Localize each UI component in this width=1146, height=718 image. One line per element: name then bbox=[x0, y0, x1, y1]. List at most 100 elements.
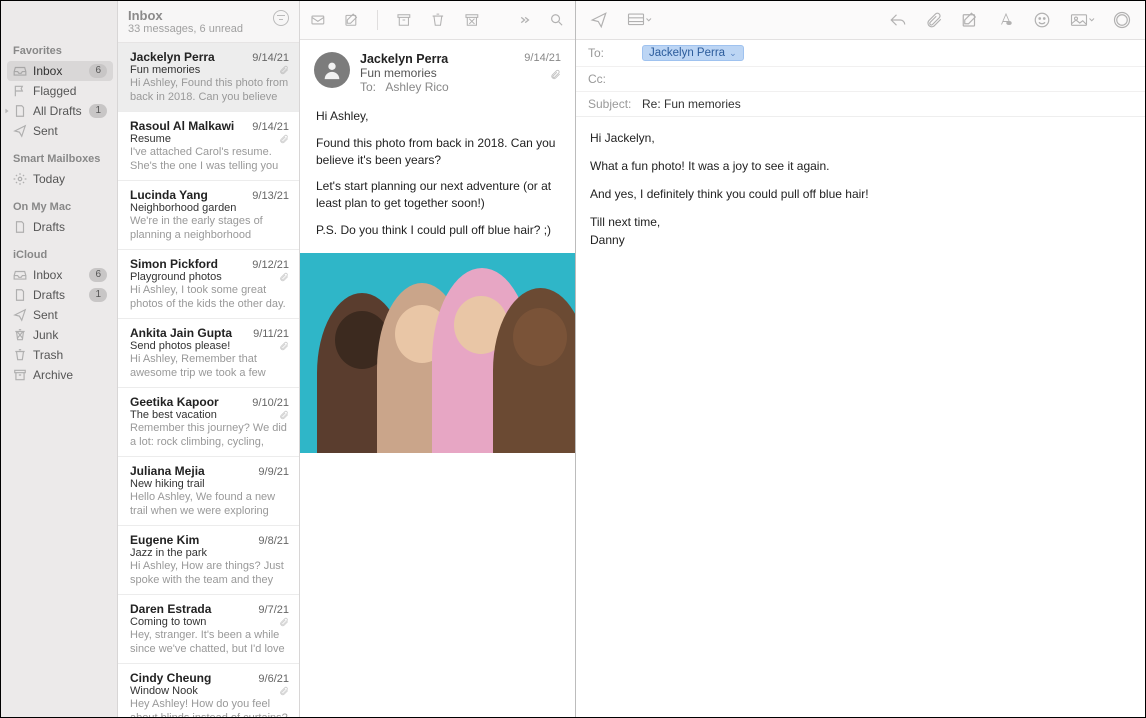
compose-field-to[interactable]: To: Jackelyn Perra ⌄ bbox=[576, 40, 1145, 67]
message-preview: Hi Ashley, I took some great photos of t… bbox=[130, 283, 289, 311]
message-date: 9/6/21 bbox=[258, 673, 289, 685]
message-preview: Hi Ashley, How are things? Just spoke wi… bbox=[130, 559, 289, 587]
message-from: Cindy Cheung bbox=[130, 671, 258, 685]
trash-icon bbox=[13, 348, 27, 362]
message-subject: Playground photos bbox=[130, 271, 279, 283]
attach-button[interactable] bbox=[925, 11, 943, 29]
message-row[interactable]: Jackelyn Perra9/14/21Fun memoriesHi Ashl… bbox=[118, 43, 299, 112]
message-date: 9/9/21 bbox=[258, 466, 289, 478]
format-button[interactable] bbox=[997, 11, 1015, 29]
reader-toolbar bbox=[300, 1, 575, 40]
message-date: 9/11/21 bbox=[253, 328, 289, 340]
sidebar-item-ic-sent[interactable]: Sent bbox=[7, 305, 113, 325]
sidebar-badge: 6 bbox=[89, 268, 107, 282]
emoji-button[interactable] bbox=[1033, 11, 1051, 29]
disclosure-icon[interactable] bbox=[3, 107, 11, 115]
sidebar-section-onmymac: On My Mac bbox=[7, 197, 113, 217]
compose-button[interactable] bbox=[344, 11, 360, 29]
attachment-icon bbox=[279, 685, 289, 697]
mailbox-sidebar: Favorites Inbox 6 Flagged All Drafts 1 S… bbox=[1, 1, 118, 717]
message-row[interactable]: Rasoul Al Malkawi9/14/21ResumeI've attac… bbox=[118, 112, 299, 181]
message-row[interactable]: Geetika Kapoor9/10/21The best vacationRe… bbox=[118, 388, 299, 457]
sidebar-item-all-drafts[interactable]: All Drafts 1 bbox=[7, 101, 113, 121]
link-button[interactable] bbox=[1113, 11, 1131, 29]
message-from: Juliana Mejia bbox=[130, 464, 258, 478]
archive-button[interactable] bbox=[396, 11, 412, 29]
sidebar-section-favorites: Favorites bbox=[7, 41, 113, 61]
recipient-pill[interactable]: Jackelyn Perra ⌄ bbox=[642, 45, 744, 61]
message-row[interactable]: Simon Pickford9/12/21Playground photosHi… bbox=[118, 250, 299, 319]
message-from: Eugene Kim bbox=[130, 533, 258, 547]
message-subject: Window Nook bbox=[130, 685, 279, 697]
sidebar-item-flagged[interactable]: Flagged bbox=[7, 81, 113, 101]
reply-button[interactable] bbox=[889, 11, 907, 29]
sidebar-item-ic-drafts[interactable]: Drafts 1 bbox=[7, 285, 113, 305]
compose-body[interactable]: Hi Jackelyn, What a fun photo! It was a … bbox=[576, 117, 1145, 271]
sidebar-item-label: Sent bbox=[33, 124, 107, 138]
message-list-pane: Inbox 33 messages, 6 unread Jackelyn Per… bbox=[118, 1, 300, 717]
message-date: 9/14/21 bbox=[252, 52, 289, 64]
document-icon bbox=[13, 288, 27, 302]
more-button[interactable] bbox=[516, 11, 532, 29]
compose-field-cc[interactable]: Cc: bbox=[576, 67, 1145, 92]
message-from: Rasoul Al Malkawi bbox=[130, 119, 252, 133]
sidebar-item-ic-inbox[interactable]: Inbox 6 bbox=[7, 265, 113, 285]
message-header: Jackelyn Perra Fun memories To: Ashley R… bbox=[300, 40, 575, 104]
message-row[interactable]: Ankita Jain Gupta9/11/21Send photos plea… bbox=[118, 319, 299, 388]
attachment-icon bbox=[279, 133, 289, 145]
sent-icon bbox=[13, 124, 27, 138]
markup-button[interactable] bbox=[961, 11, 979, 29]
message-date: 9/14/21 bbox=[524, 52, 561, 64]
sidebar-item-inbox[interactable]: Inbox 6 bbox=[7, 61, 113, 81]
attachment-icon bbox=[279, 616, 289, 628]
mailbox-subtitle: 33 messages, 6 unread bbox=[128, 23, 273, 35]
junk-icon bbox=[13, 328, 27, 342]
compose-subject-value: Re: Fun memories bbox=[642, 97, 741, 111]
message-preview: I've attached Carol's resume. She's the … bbox=[130, 145, 289, 173]
sidebar-item-today[interactable]: Today bbox=[7, 169, 113, 189]
compose-field-subject[interactable]: Subject: Re: Fun memories bbox=[576, 92, 1145, 116]
message-date: 9/14/21 bbox=[252, 121, 289, 133]
gear-icon bbox=[13, 172, 27, 186]
sidebar-item-ic-junk[interactable]: Junk bbox=[7, 325, 113, 345]
search-button[interactable] bbox=[549, 11, 565, 29]
header-fields-button[interactable] bbox=[626, 11, 652, 29]
message-date: 9/10/21 bbox=[252, 397, 289, 409]
delete-envelope-button[interactable] bbox=[310, 11, 326, 29]
send-button[interactable] bbox=[590, 11, 608, 29]
message-body: Hi Ashley, Found this photo from back in… bbox=[300, 104, 575, 253]
message-attachment-image[interactable] bbox=[300, 253, 575, 453]
attachment-icon bbox=[279, 64, 289, 76]
message-row[interactable]: Cindy Cheung9/6/21Window NookHey Ashley!… bbox=[118, 664, 299, 717]
message-from: Jackelyn Perra bbox=[360, 52, 514, 66]
message-list[interactable]: Jackelyn Perra9/14/21Fun memoriesHi Ashl… bbox=[118, 43, 299, 717]
attachment-icon bbox=[279, 271, 289, 283]
message-from: Ankita Jain Gupta bbox=[130, 326, 253, 340]
message-preview: Hey Ashley! How do you feel about blinds… bbox=[130, 697, 289, 717]
sidebar-item-label: Drafts bbox=[33, 220, 107, 234]
message-preview: Hello Ashley, We found a new trail when … bbox=[130, 490, 289, 518]
filter-icon[interactable] bbox=[273, 10, 289, 26]
inbox-icon bbox=[13, 64, 27, 78]
trash-button[interactable] bbox=[430, 11, 446, 29]
message-date: 9/12/21 bbox=[252, 259, 289, 271]
sidebar-item-ic-trash[interactable]: Trash bbox=[7, 345, 113, 365]
sidebar-badge: 1 bbox=[89, 104, 107, 118]
message-subject: New hiking trail bbox=[130, 478, 289, 490]
junk-button[interactable] bbox=[464, 11, 480, 29]
sidebar-item-label: Inbox bbox=[33, 64, 89, 78]
message-row[interactable]: Lucinda Yang9/13/21Neighborhood gardenWe… bbox=[118, 181, 299, 250]
message-from: Lucinda Yang bbox=[130, 188, 252, 202]
sidebar-item-ic-archive[interactable]: Archive bbox=[7, 365, 113, 385]
photo-browser-button[interactable] bbox=[1069, 11, 1095, 29]
compose-pane: To: Jackelyn Perra ⌄ Cc: Subject: Re: Fu… bbox=[576, 1, 1145, 717]
message-to-value: Ashley Rico bbox=[385, 80, 448, 94]
message-row[interactable]: Juliana Mejia9/9/21New hiking trailHello… bbox=[118, 457, 299, 526]
sidebar-item-label: Today bbox=[33, 172, 107, 186]
document-icon bbox=[13, 104, 27, 118]
message-row[interactable]: Daren Estrada9/7/21Coming to townHey, st… bbox=[118, 595, 299, 664]
chevron-down-icon[interactable]: ⌄ bbox=[729, 48, 737, 59]
sidebar-item-sent[interactable]: Sent bbox=[7, 121, 113, 141]
message-row[interactable]: Eugene Kim9/8/21Jazz in the parkHi Ashle… bbox=[118, 526, 299, 595]
sidebar-item-drafts-local[interactable]: Drafts bbox=[7, 217, 113, 237]
